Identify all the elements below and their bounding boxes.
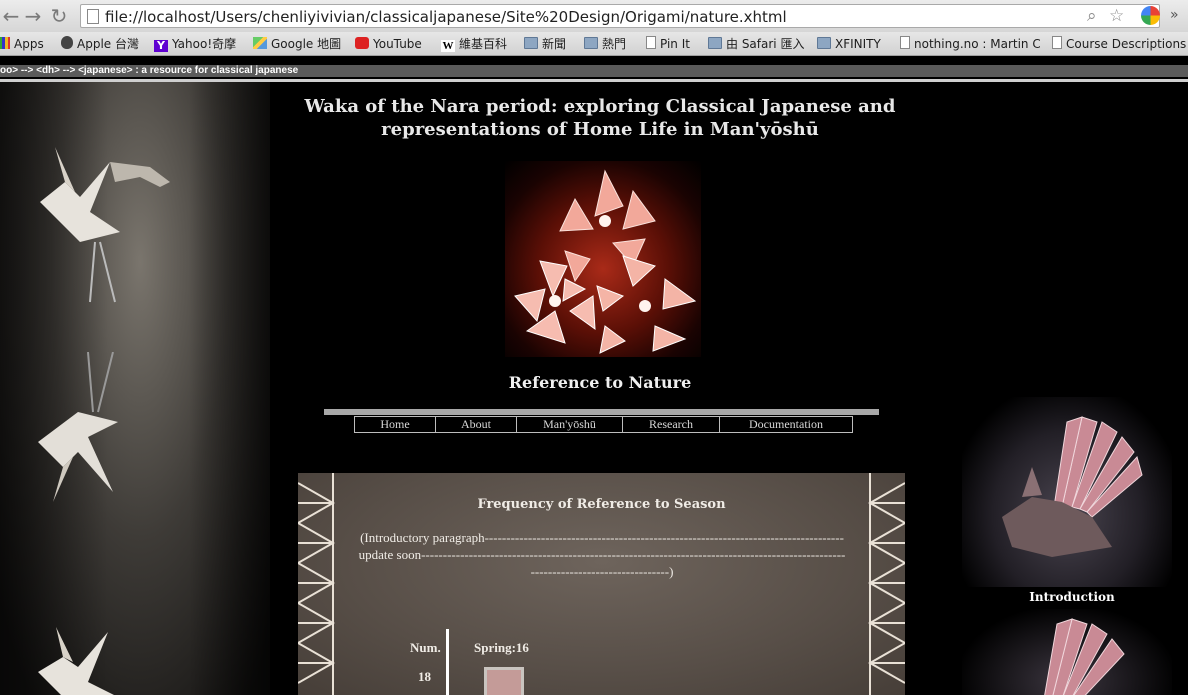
url-text[interactable]: file://localhost/Users/chenliyivivian/cl… bbox=[105, 8, 787, 26]
wikipedia-icon: W bbox=[441, 40, 455, 52]
bookmark-google-maps[interactable]: Google 地圖 bbox=[253, 35, 341, 53]
bookmark-label: YouTube bbox=[373, 37, 422, 51]
nav-research[interactable]: Research bbox=[623, 417, 720, 432]
origami-crane-image bbox=[0, 82, 270, 695]
zoom-icon[interactable]: ⌕ bbox=[1087, 6, 1097, 26]
bookmark-news-folder[interactable]: 新聞 bbox=[524, 35, 566, 53]
chart-title: Frequency of Reference to Season bbox=[477, 497, 726, 512]
bookmark-label: Course Descriptions bbox=[1066, 37, 1187, 51]
bookmark-apps[interactable]: Apps bbox=[0, 35, 44, 53]
bookmark-label: Google 地圖 bbox=[271, 37, 342, 51]
nav-manyoshu[interactable]: Man'yōshū bbox=[517, 417, 623, 432]
bookmark-yahoo[interactable]: Y Yahoo!奇摩 bbox=[154, 35, 236, 53]
intro-paragraph: (Introductory paragraph-----------------… bbox=[358, 530, 846, 579]
bookmark-label: Pin It bbox=[660, 37, 690, 51]
reload-icon[interactable]: ↻ bbox=[48, 5, 70, 27]
bar-spring bbox=[484, 667, 524, 695]
bookmarks-bar: Apps Apple 台灣 Y Yahoo!奇摩 Google 地圖 YouTub… bbox=[0, 32, 1188, 56]
crane-figure-top bbox=[40, 147, 170, 303]
right-sidebar: Introduction bbox=[962, 397, 1172, 695]
nav-documentation[interactable]: Documentation bbox=[720, 417, 852, 432]
browser-toolbar: ← → ↻ file://localhost/Users/chenliyiviv… bbox=[0, 0, 1188, 32]
folder-icon bbox=[584, 37, 598, 49]
bookmark-apple[interactable]: Apple 台灣 bbox=[61, 35, 139, 53]
y-axis-label: Num. bbox=[410, 640, 441, 655]
yahoo-icon: Y bbox=[154, 40, 168, 52]
origami-peacock-image-2[interactable] bbox=[962, 609, 1172, 695]
apps-grid-icon bbox=[0, 37, 10, 49]
bookmark-pin-it[interactable]: Pin It bbox=[646, 35, 690, 53]
web-page: oo> --> <dh> --> <japanese> : a resource… bbox=[0, 57, 1188, 695]
nav-divider bbox=[324, 409, 879, 415]
bookmark-label: 由 Safari 匯入 bbox=[726, 37, 805, 51]
back-arrow-icon[interactable]: ← bbox=[0, 5, 22, 27]
breadcrumb-bar: oo> --> <dh> --> <japanese> : a resource… bbox=[0, 65, 1188, 77]
bookmark-youtube[interactable]: YouTube bbox=[355, 35, 422, 53]
folder-icon bbox=[524, 37, 538, 49]
origami-flower-image bbox=[505, 161, 701, 357]
overflow-chevron-icon[interactable]: » bbox=[1170, 7, 1179, 23]
address-bar[interactable]: file://localhost/Users/chenliyivivian/cl… bbox=[80, 4, 1160, 28]
bookmark-label: 熱門 bbox=[602, 37, 627, 51]
folder-icon bbox=[708, 37, 722, 49]
content-panel: Frequency of Reference to Season (Introd… bbox=[298, 473, 905, 695]
bookmark-course-descriptions[interactable]: Course Descriptions bbox=[1052, 35, 1186, 53]
bookmark-xfinity-folder[interactable]: XFINITY bbox=[817, 35, 881, 53]
page-icon bbox=[646, 36, 656, 49]
section-title: Reference to Nature bbox=[508, 373, 692, 392]
forward-arrow-icon[interactable]: → bbox=[22, 5, 44, 27]
bookmark-nothing-no[interactable]: nothing.no : Martin C bbox=[900, 35, 1040, 53]
google-maps-icon bbox=[253, 37, 267, 49]
crane-reflection bbox=[38, 352, 118, 502]
crane-figure-bottom bbox=[38, 627, 114, 695]
y-tick-label: 18 bbox=[418, 669, 431, 684]
page-icon bbox=[900, 36, 910, 49]
bookmark-wikipedia[interactable]: W 維基百科 bbox=[441, 35, 507, 53]
bookmark-safari-import-folder[interactable]: 由 Safari 匯入 bbox=[708, 35, 804, 53]
bookmark-star-icon[interactable]: ☆ bbox=[1109, 6, 1124, 26]
site-title: Waka of the Nara period: exploring Class… bbox=[304, 96, 896, 140]
extension-icon[interactable] bbox=[1141, 6, 1160, 25]
nav-about[interactable]: About bbox=[436, 417, 517, 432]
apple-icon bbox=[61, 36, 73, 49]
bar-label-spring: Spring:16 bbox=[474, 640, 529, 655]
bookmark-label: Apps bbox=[14, 37, 44, 51]
nav-home[interactable]: Home bbox=[355, 417, 436, 432]
chart-axis bbox=[446, 629, 449, 695]
bookmark-label: nothing.no : Martin C bbox=[914, 37, 1040, 51]
bookmark-label: 維基百科 bbox=[459, 37, 508, 51]
bookmark-label: Apple 台灣 bbox=[77, 37, 139, 51]
bookmark-label: 新聞 bbox=[542, 37, 567, 51]
bookmark-label: Yahoo!奇摩 bbox=[172, 37, 237, 51]
folder-icon bbox=[817, 37, 831, 49]
origami-peacock-image[interactable] bbox=[962, 397, 1172, 587]
youtube-icon bbox=[355, 37, 369, 49]
introduction-link[interactable]: Introduction bbox=[962, 590, 1182, 604]
page-icon bbox=[1052, 36, 1062, 49]
main-nav: Home About Man'yōshū Research Documentat… bbox=[354, 416, 853, 433]
bookmark-label: XFINITY bbox=[835, 37, 881, 51]
page-icon bbox=[87, 9, 99, 24]
bookmark-popular-folder[interactable]: 熱門 bbox=[584, 35, 626, 53]
